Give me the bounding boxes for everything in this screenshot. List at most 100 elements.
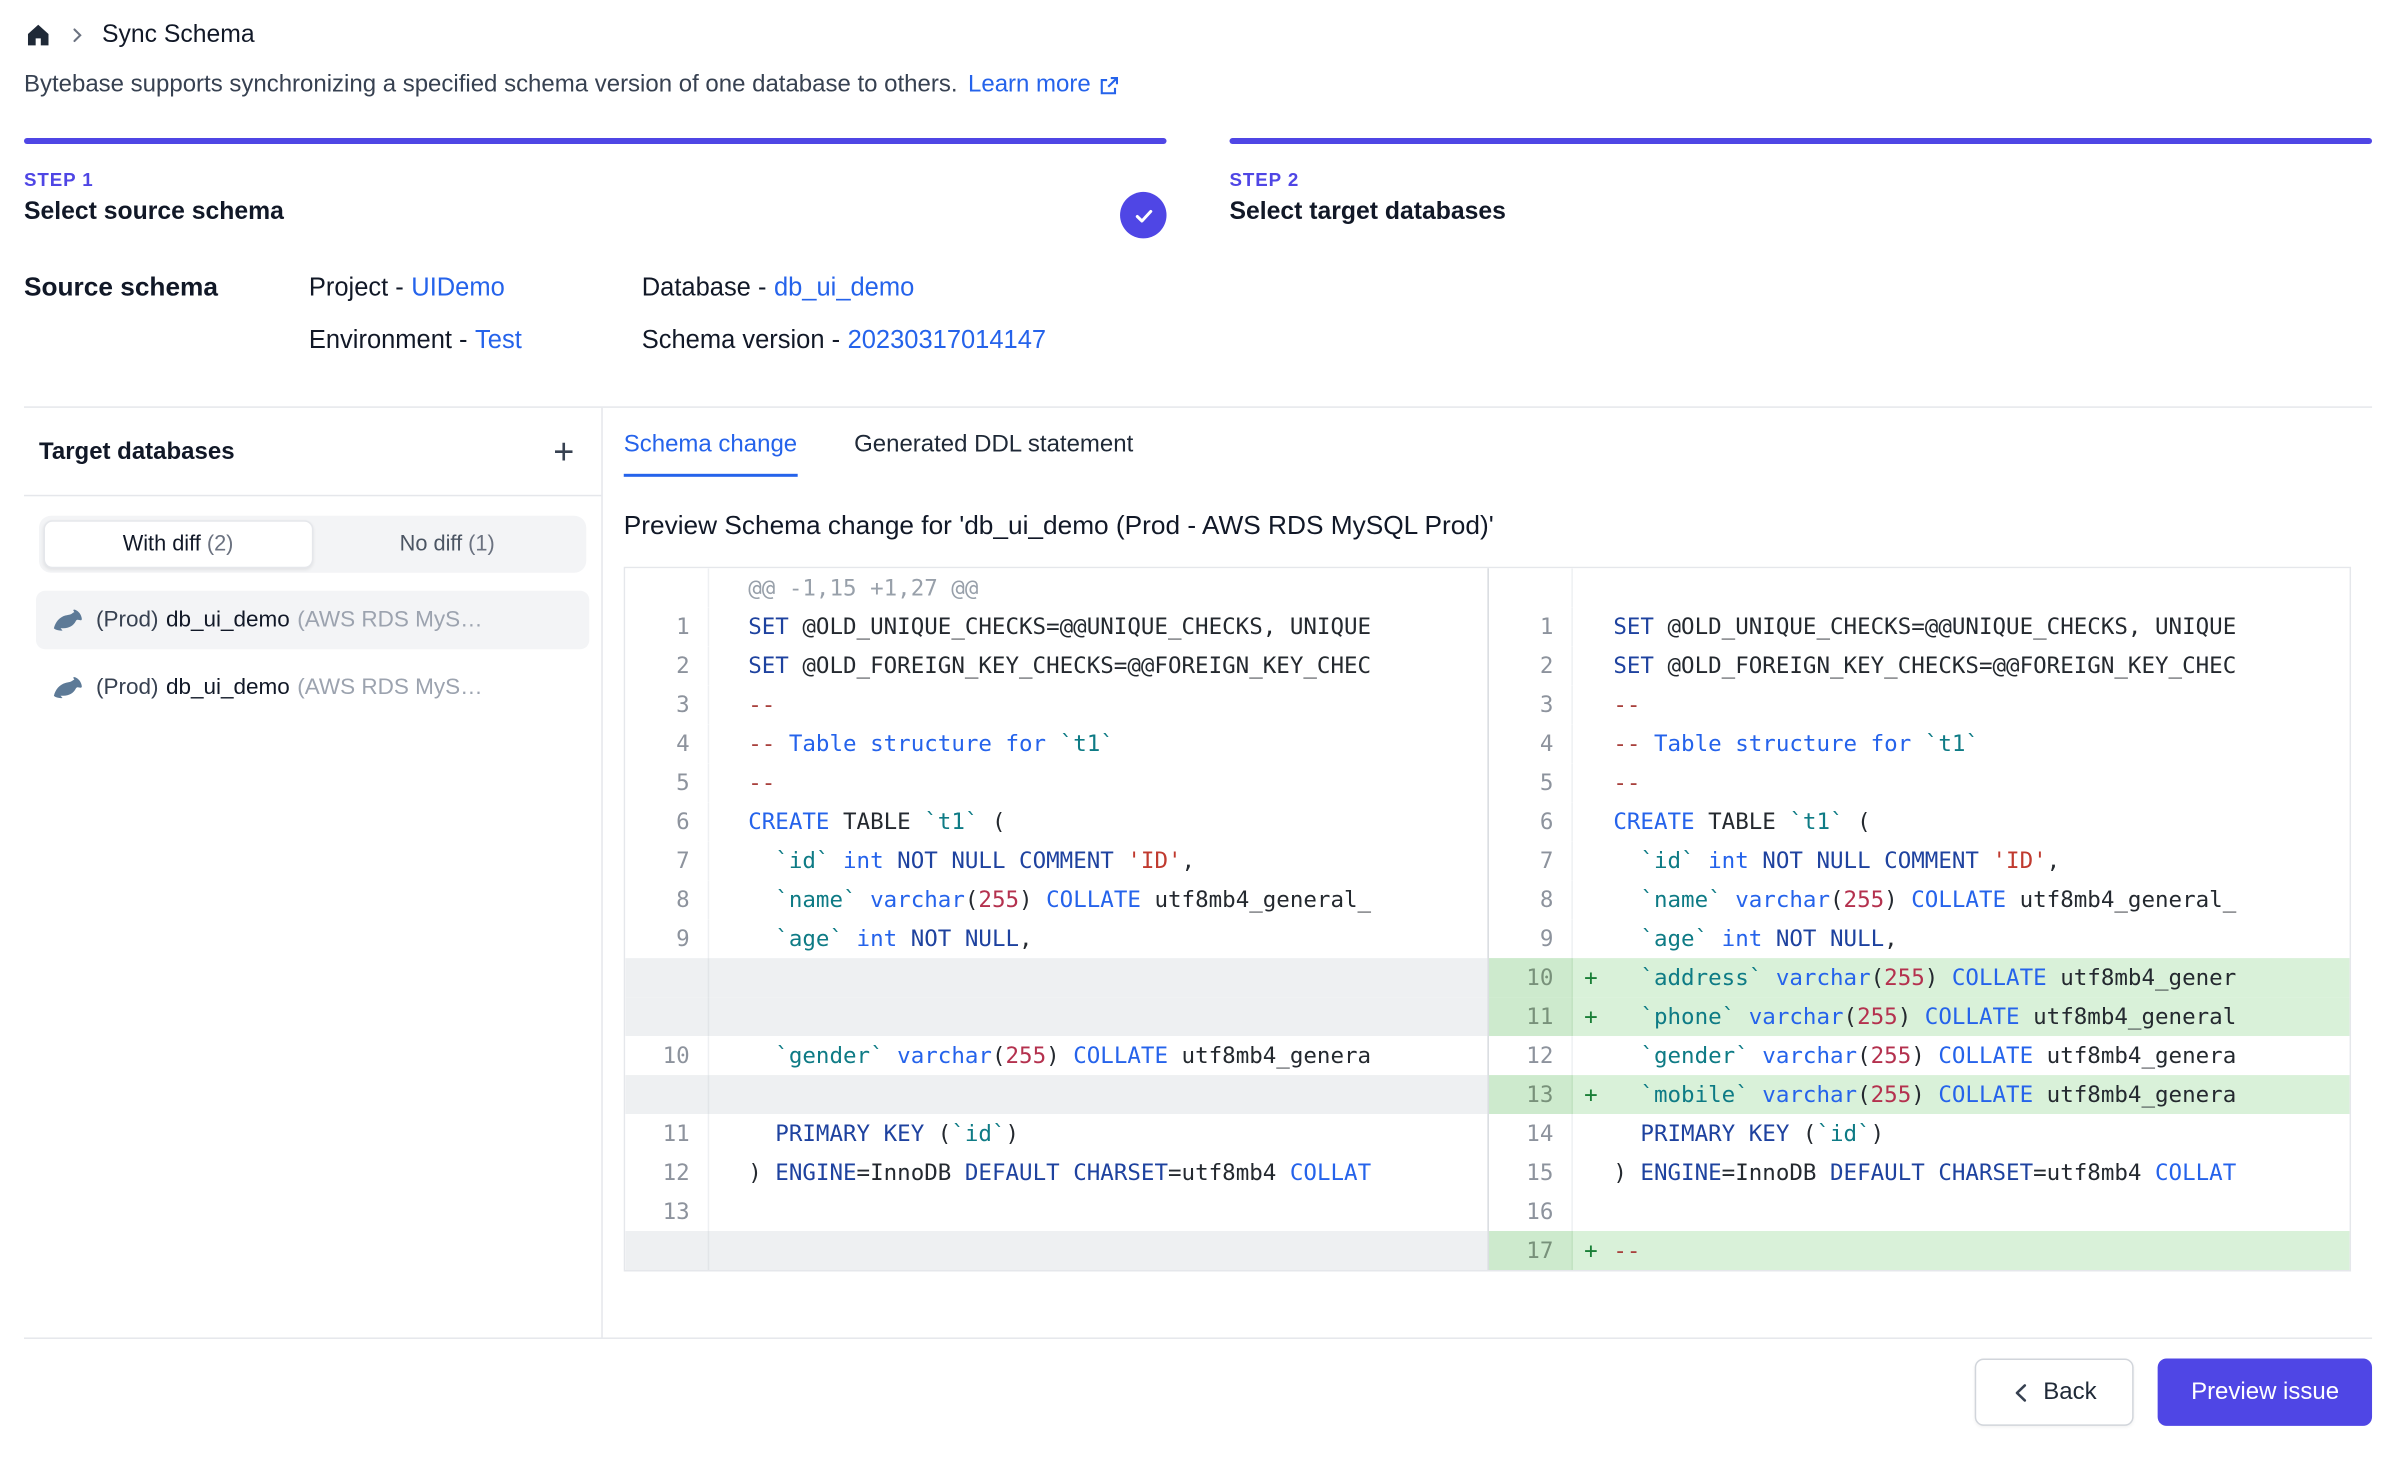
diff-code-line: -- Table structure for `t1` (709, 724, 1487, 763)
project-link[interactable]: UIDemo (411, 273, 505, 301)
diff-row: 6CREATE TABLE `t1` ( (625, 802, 1487, 841)
diff-row: 13 (625, 1192, 1487, 1231)
diff-code-line: ) ENGINE=InnoDB DEFAULT CHARSET=utf8mb4 … (1609, 1153, 2350, 1192)
diff-row (625, 958, 1487, 997)
diff-line-number: 12 (1489, 1036, 1573, 1075)
diff-row: 6CREATE TABLE `t1` ( (1489, 802, 2350, 841)
diff-row: 2SET @OLD_FOREIGN_KEY_CHECKS=@@FOREIGN_K… (625, 646, 1487, 685)
diff-add-marker: + (1573, 1231, 1609, 1270)
diff-add-marker (1573, 1036, 1609, 1075)
diff-add-marker: + (1573, 1075, 1609, 1114)
breadcrumb-chevron-icon (69, 27, 85, 43)
diff-row: 4-- Table structure for `t1` (1489, 724, 2350, 763)
diff-row: 11 PRIMARY KEY (`id`) (625, 1114, 1487, 1153)
step-2-progress-bar (1230, 138, 2373, 144)
external-link-icon (1098, 74, 1120, 96)
diff-line-number: 15 (1489, 1153, 1573, 1192)
diff-row: 4-- Table structure for `t1` (625, 724, 1487, 763)
diff-code-line: @@ -1,15 +1,27 @@ (709, 568, 1487, 607)
diff-row: 17+-- (1489, 1231, 2350, 1270)
schema-version-link[interactable]: 20230317014147 (848, 325, 1046, 353)
diff-pane-source[interactable]: @@ -1,15 +1,27 @@1SET @OLD_UNIQUE_CHECKS… (625, 568, 1487, 1270)
diff-line-number: 11 (1489, 997, 1573, 1036)
diff-line-number: 4 (625, 724, 709, 763)
with-diff-count: (2) (207, 532, 234, 556)
step-2-kicker: STEP 2 (1230, 169, 2373, 190)
diff-add-marker (1573, 607, 1609, 646)
diff-line-number: 1 (625, 607, 709, 646)
diff-add-marker (1573, 919, 1609, 958)
diff-row: 8 `name` varchar(255) COLLATE utf8mb4_ge… (1489, 880, 2350, 919)
diff-code-line (1609, 568, 2350, 607)
diff-line-number: 7 (1489, 841, 1573, 880)
diff-code-line: `id` int NOT NULL COMMENT 'ID', (709, 841, 1487, 880)
main-area: Target databases + With diff(2) No diff(… (24, 406, 2372, 1339)
diff-code-line: `age` int NOT NULL, (709, 919, 1487, 958)
preview-title: Preview Schema change for 'db_ui_demo (P… (624, 510, 2351, 541)
preview-issue-button[interactable]: Preview issue (2158, 1358, 2372, 1425)
diff-line-number: 4 (1489, 724, 1573, 763)
mysql-engine-icon (51, 604, 82, 635)
diff-add-marker (1573, 802, 1609, 841)
diff-line-number: 3 (625, 685, 709, 724)
target-database-item[interactable]: (Prod)db_ui_demo(AWS RDS MyS… (36, 658, 589, 716)
diff-add-marker (1573, 841, 1609, 880)
database-link[interactable]: db_ui_demo (774, 273, 914, 301)
page-title: Sync Schema (102, 21, 255, 49)
diff-row: 14 PRIMARY KEY (`id`) (1489, 1114, 2350, 1153)
diff-code-line (709, 1192, 1487, 1231)
diff-line-number: 14 (1489, 1114, 1573, 1153)
learn-more-link[interactable]: Learn more (968, 72, 1121, 99)
diff-line-number: 5 (625, 763, 709, 802)
home-icon[interactable] (24, 21, 52, 49)
target-database-item[interactable]: (Prod)db_ui_demo(AWS RDS MyS… (36, 591, 589, 649)
tab-with-diff[interactable]: With diff(2) (43, 520, 312, 568)
schema-diff[interactable]: @@ -1,15 +1,27 @@1SET @OLD_UNIQUE_CHECKS… (624, 567, 2351, 1272)
source-schema-summary: Source schema Project -UIDemo Database -… (24, 271, 2372, 355)
diff-line-number (625, 958, 709, 997)
tab-generated-ddl[interactable]: Generated DDL statement (854, 432, 1133, 477)
diff-row: 5-- (625, 763, 1487, 802)
diff-pane-target[interactable]: 1SET @OLD_UNIQUE_CHECKS=@@UNIQUE_CHECKS,… (1487, 568, 2349, 1270)
diff-row: 8 `name` varchar(255) COLLATE utf8mb4_ge… (625, 880, 1487, 919)
step-1-kicker: STEP 1 (24, 169, 1167, 190)
step-1-progress-bar (24, 138, 1167, 144)
environment-link[interactable]: Test (475, 325, 522, 353)
diff-row (625, 997, 1487, 1036)
diff-line-number: 5 (1489, 763, 1573, 802)
tab-schema-change[interactable]: Schema change (624, 432, 797, 477)
diff-add-marker (1573, 724, 1609, 763)
diff-code-line (709, 1231, 1487, 1270)
back-button[interactable]: Back (1974, 1358, 2134, 1425)
diff-code-line: CREATE TABLE `t1` ( (1609, 802, 2350, 841)
diff-row (1489, 568, 2350, 607)
diff-code-line: -- (1609, 1231, 2350, 1270)
diff-line-number: 8 (1489, 880, 1573, 919)
diff-row: @@ -1,15 +1,27 @@ (625, 568, 1487, 607)
diff-code-line: -- (1609, 763, 2350, 802)
diff-code-line: -- (709, 763, 1487, 802)
diff-code-line: -- (1609, 685, 2350, 724)
diff-add-marker: + (1573, 958, 1609, 997)
diff-code-line: `name` varchar(255) COLLATE utf8mb4_gene… (1609, 880, 2350, 919)
schema-version-label: Schema version - (642, 325, 840, 353)
diff-row: 9 `age` int NOT NULL, (625, 919, 1487, 958)
diff-row (625, 1075, 1487, 1114)
diff-code-line: CREATE TABLE `t1` ( (709, 802, 1487, 841)
tab-no-diff[interactable]: No diff(1) (313, 520, 582, 568)
diff-add-marker: + (1573, 997, 1609, 1036)
step-complete-check-icon (1120, 192, 1166, 238)
diff-code-line (709, 997, 1487, 1036)
page-description: Bytebase supports synchronizing a specif… (24, 72, 958, 99)
breadcrumb: Sync Schema (24, 15, 2372, 49)
diff-line-number: 10 (625, 1036, 709, 1075)
diff-line-number: 12 (625, 1153, 709, 1192)
target-database-label: (Prod)db_ui_demo(AWS RDS MyS… (96, 675, 483, 700)
diff-line-number: 3 (1489, 685, 1573, 724)
diff-row: 15 ) ENGINE=InnoDB DEFAULT CHARSET=utf8mb… (1489, 1153, 2350, 1192)
diff-line-number: 2 (625, 646, 709, 685)
add-target-database-button[interactable]: + (541, 430, 586, 475)
diff-code-line: `age` int NOT NULL, (1609, 919, 2350, 958)
diff-row: 12 `gender` varchar(255) COLLATE utf8mb4… (1489, 1036, 2350, 1075)
diff-line-number: 17 (1489, 1231, 1573, 1270)
